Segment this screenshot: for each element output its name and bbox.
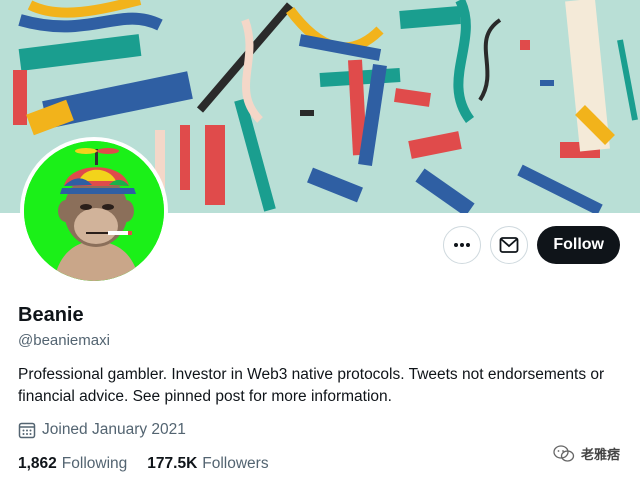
- joined-label: Joined January 2021: [42, 421, 186, 438]
- calendar-icon: [18, 422, 36, 439]
- profile-handle: @beaniemaxi: [18, 332, 110, 349]
- following-link[interactable]: 1,862 Following: [18, 455, 127, 473]
- following-label: Following: [61, 455, 128, 472]
- profile-name: Beanie: [18, 304, 84, 326]
- wechat-icon: [553, 444, 575, 462]
- profile-actions: Follow: [443, 226, 620, 264]
- mail-icon: [499, 237, 519, 253]
- joined-date: Joined January 2021: [18, 421, 186, 439]
- follow-button[interactable]: Follow: [537, 226, 620, 264]
- message-button[interactable]: [490, 226, 529, 264]
- ape-avatar-art: [24, 141, 164, 281]
- followers-link[interactable]: 177.5K Followers: [147, 455, 268, 473]
- more-options-button[interactable]: [443, 226, 482, 264]
- follow-stats: 1,862 Following 177.5K Followers: [18, 455, 269, 473]
- avatar-image: [24, 141, 164, 281]
- followers-count: 177.5K: [147, 455, 198, 472]
- watermark: 老雅痞: [553, 444, 620, 463]
- profile-bio: Professional gambler. Investor in Web3 n…: [18, 366, 605, 405]
- profile-avatar[interactable]: [20, 137, 168, 285]
- watermark-text: 老雅痞: [580, 447, 620, 462]
- followers-label: Followers: [202, 455, 269, 472]
- following-count: 1,862: [18, 455, 57, 472]
- more-icon: [454, 243, 471, 247]
